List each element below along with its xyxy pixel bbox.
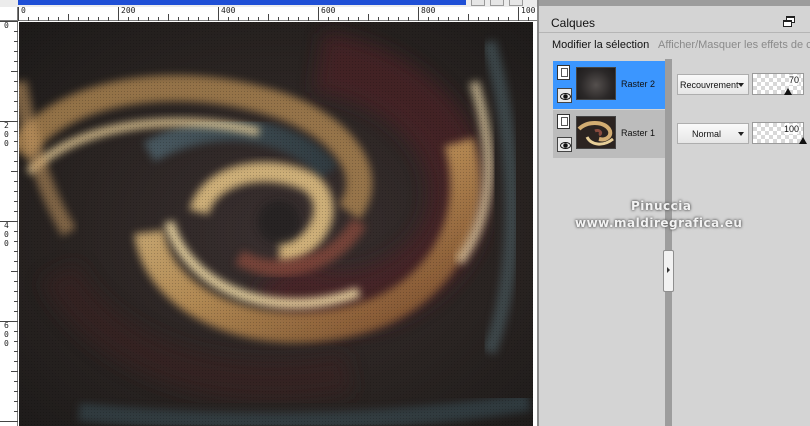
- ruler-label: 0: [21, 6, 26, 15]
- opacity-marker-icon[interactable]: [799, 137, 807, 144]
- watermark-line: www.maldiregrafica.eu: [575, 216, 743, 230]
- opacity-slider[interactable]: 70: [752, 73, 804, 95]
- ruler-label: 0: [4, 21, 9, 30]
- chevron-down-icon: [738, 132, 744, 136]
- layer-link-icon[interactable]: [557, 114, 570, 129]
- layer-link-icon[interactable]: [557, 65, 570, 80]
- edit-selection-button[interactable]: Modifier la sélection: [552, 39, 649, 51]
- maximize-button[interactable]: [490, 0, 504, 6]
- opacity-value: 100: [783, 124, 799, 134]
- ruler-label: 400: [221, 6, 236, 15]
- layer-name: Raster 2: [621, 79, 656, 89]
- horizontal-ruler[interactable]: 0 200 400 600 800 100: [18, 6, 537, 21]
- minimize-button[interactable]: [471, 0, 485, 6]
- swirl-thumbnail: [577, 117, 615, 148]
- image-canvas[interactable]: [19, 22, 533, 426]
- panel-top-bar: [539, 0, 810, 6]
- ruler-label: 800: [421, 6, 436, 15]
- chevron-down-icon: [738, 83, 744, 87]
- ruler-label: 400: [4, 221, 9, 248]
- opacity-value: 70: [788, 75, 799, 85]
- opacity-slider[interactable]: 100: [752, 122, 807, 144]
- ruler-label: 600: [4, 321, 9, 348]
- visibility-eye-icon[interactable]: [557, 88, 572, 103]
- scrollbar-handle[interactable]: [663, 250, 674, 292]
- image-window-title-bar[interactable]: [0, 0, 537, 7]
- blend-mode-value: Recouvrement: [680, 80, 739, 90]
- divider: [539, 32, 810, 33]
- vertical-ruler[interactable]: 0 200 400 600: [0, 21, 18, 426]
- layers-panel: Calques Modifier la sélection Afficher/M…: [537, 0, 810, 426]
- opacity-marker-icon[interactable]: [784, 88, 792, 95]
- ruler-label: 600: [321, 6, 336, 15]
- watermark-line: Pinuccia: [631, 199, 692, 213]
- blend-mode-value: Normal: [692, 129, 722, 139]
- ruler-label: 100: [521, 6, 536, 15]
- dock-icon[interactable]: [783, 16, 796, 27]
- layer-thumbnail: [576, 67, 616, 100]
- layer-name: Raster 1: [621, 128, 656, 138]
- ruler-label: 200: [121, 6, 136, 15]
- visibility-eye-icon[interactable]: [557, 137, 572, 152]
- swirl-artwork: [19, 22, 533, 426]
- image-window: 0 200 400 600 800 100 0 200 400 600: [0, 0, 537, 426]
- blend-mode-select[interactable]: Normal: [677, 123, 749, 144]
- layers-toolbar: Modifier la sélection Afficher/Masquer l…: [539, 34, 810, 58]
- horizontal-ruler-ticks: [18, 7, 529, 21]
- blend-mode-select[interactable]: Recouvrement: [677, 74, 749, 95]
- ruler-label: 200: [4, 121, 9, 148]
- layer-row-raster-2[interactable]: Raster 2: [553, 61, 667, 109]
- title-bar-highlight: [18, 0, 466, 5]
- panel-title: Calques: [551, 16, 596, 30]
- layer-thumbnail: [576, 116, 616, 149]
- layer-row-raster-1[interactable]: Raster 1: [553, 110, 667, 158]
- toggle-effects-button[interactable]: Afficher/Masquer les effets de c: [658, 39, 810, 51]
- ruler-corner: [0, 7, 18, 21]
- panel-scrollbar[interactable]: [665, 59, 672, 426]
